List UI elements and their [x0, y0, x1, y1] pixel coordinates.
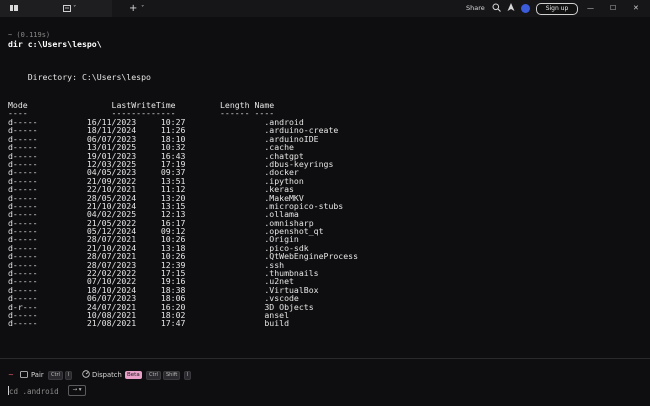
beta-badge: Beta: [125, 371, 142, 379]
dispatch-icon: [82, 370, 90, 380]
dispatch-shortcut-key: I: [184, 371, 192, 380]
command-input-text: cd .android: [9, 387, 59, 396]
command-text: dir c:\Users\lespo\: [8, 39, 102, 49]
command-input[interactable]: cd .android: [8, 386, 59, 396]
listing-row: d----- 21/08/2021 17:47 build: [8, 319, 358, 327]
app-logo-icon[interactable]: [10, 0, 18, 17]
pair-icon: [20, 370, 28, 380]
title-bar: ˅ + ˅ Share Sign up — ☐ ✕: [0, 0, 650, 17]
row-name: build: [264, 318, 290, 329]
maximize-button[interactable]: ☐: [610, 0, 616, 17]
directory-heading: Directory: C:\Users\lespo: [8, 72, 151, 82]
row-time: 17:47: [160, 318, 186, 329]
terminal-output[interactable]: ~ (0.119s) dir c:\Users\lespo\ Directory…: [0, 17, 650, 358]
pair-shortcut-key: I: [65, 371, 73, 380]
sign-up-button[interactable]: Sign up: [536, 3, 578, 15]
terminal-tab-icon: [63, 0, 71, 17]
search-icon[interactable]: [492, 0, 501, 17]
ai-agent-icon[interactable]: [507, 0, 515, 17]
pair-button[interactable]: Pair: [31, 370, 44, 380]
row-mode: d-----: [8, 318, 38, 329]
warp-icon: ~: [8, 371, 14, 379]
new-tab-button[interactable]: +: [129, 0, 137, 17]
dispatch-shortcut-shift: Shift: [163, 371, 181, 380]
pair-shortcut-ctrl: Ctrl: [48, 371, 63, 380]
row-date: 21/08/2021: [86, 318, 137, 329]
autocomplete-chip[interactable]: → ▾: [68, 385, 86, 396]
dispatch-button[interactable]: Dispatch: [92, 370, 122, 380]
tab-chevron-icon[interactable]: ˅: [73, 0, 76, 17]
dispatch-shortcut-ctrl: Ctrl: [146, 371, 161, 380]
share-button[interactable]: Share: [466, 0, 485, 17]
directory-listing: d----- 16/11/2023 10:27 .android d----- 1…: [8, 118, 358, 328]
avatar[interactable]: [521, 4, 530, 13]
minimize-button[interactable]: —: [587, 0, 594, 17]
close-button[interactable]: ✕: [633, 0, 639, 17]
new-tab-chevron-icon[interactable]: ˅: [141, 0, 144, 17]
divider: [0, 358, 650, 359]
